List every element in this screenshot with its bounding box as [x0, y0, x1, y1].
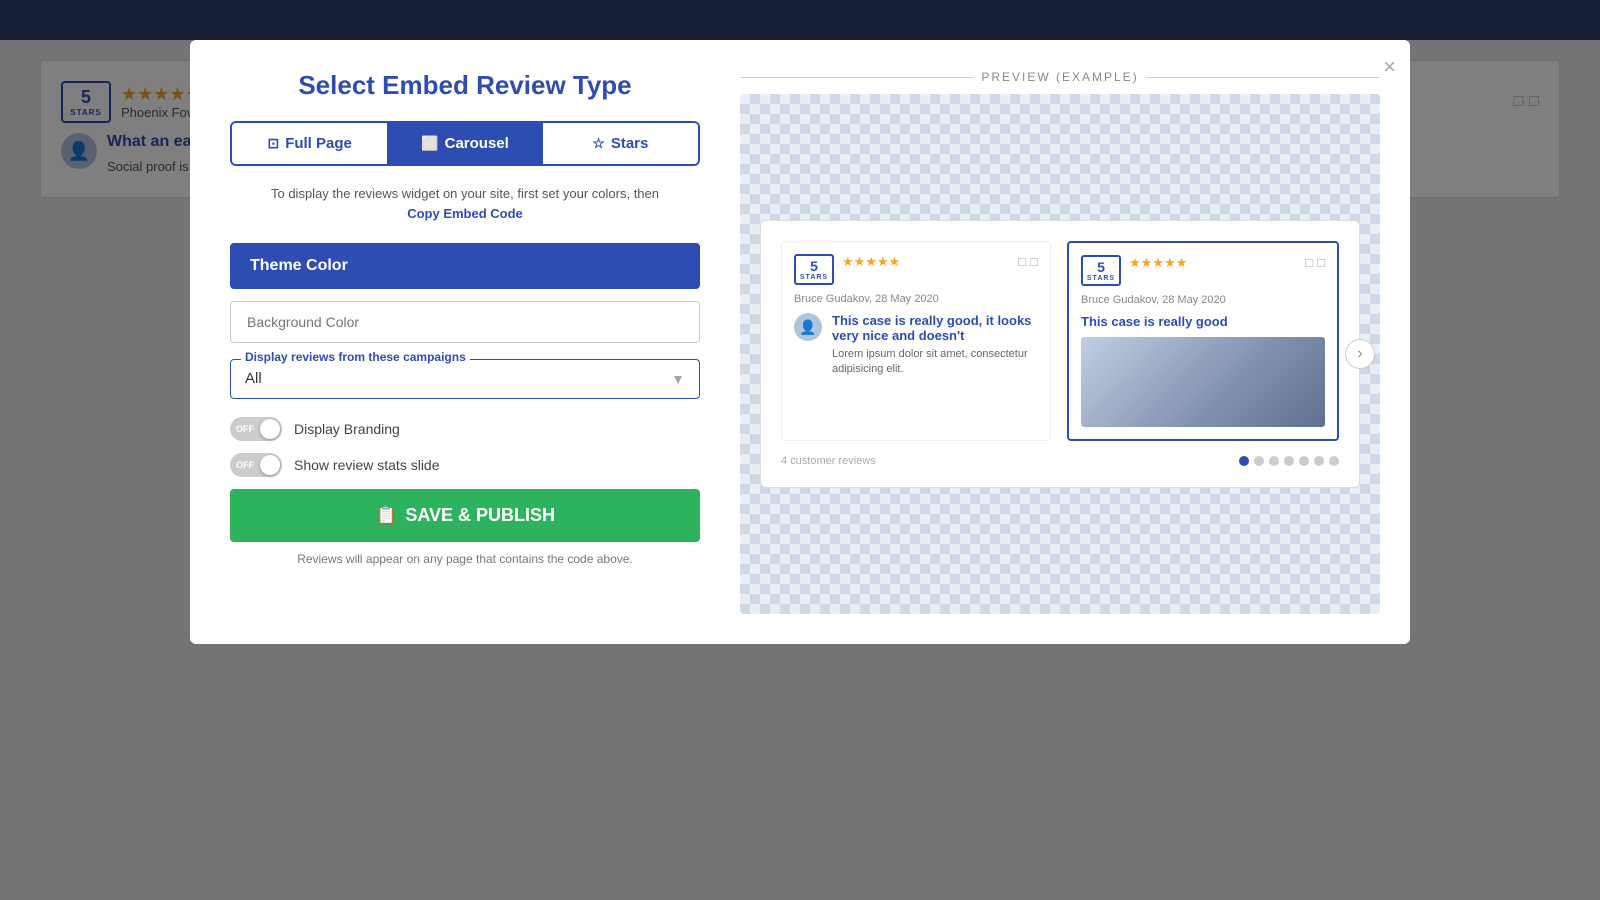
tab-stars[interactable]: ☆ Stars — [543, 123, 698, 164]
toggle-knob — [260, 419, 280, 439]
carousel-icon: ⬜ — [421, 135, 438, 152]
card1-stars-row: ★★★★★ — [842, 254, 1018, 270]
campaign-field-label: Display reviews from these campaigns — [241, 350, 470, 364]
tab-stars-label: Stars — [611, 135, 649, 152]
toggle-off-label-2: OFF — [230, 460, 256, 470]
close-button[interactable]: × — [1383, 54, 1396, 80]
tab-carousel-label: Carousel — [445, 135, 509, 152]
card1-fb-icon: □ — [1018, 254, 1026, 269]
card1-stars-num: 5 — [810, 258, 818, 274]
card1-title: This case is really good, it looks very … — [832, 313, 1038, 343]
display-branding-row: OFF Display Branding — [230, 417, 700, 441]
card1-avatar: 👤 — [794, 313, 822, 341]
tab-carousel[interactable]: ⬜ Carousel — [387, 123, 542, 164]
theme-color-button[interactable]: Theme Color — [230, 243, 700, 289]
card2-title: This case is really good — [1081, 314, 1325, 329]
card1-body: 👤 This case is really good, it looks ver… — [794, 313, 1038, 378]
carousel-widget: 5 STARS ★★★★★ □ □ Bruce Gudakov, 28 May … — [760, 220, 1360, 488]
show-review-stats-row: OFF Show review stats slide — [230, 453, 700, 477]
preview-label: PREVIEW (EXAMPLE) — [740, 70, 1380, 84]
embed-type-tabs: ⊡ Full Page ⬜ Carousel ☆ Stars — [230, 121, 700, 166]
tab-full-page-label: Full Page — [285, 135, 352, 152]
carousel-cards: 5 STARS ★★★★★ □ □ Bruce Gudakov, 28 May … — [781, 241, 1339, 441]
dot-1[interactable] — [1239, 456, 1249, 466]
show-review-stats-toggle[interactable]: OFF — [230, 453, 282, 477]
save-icon: 📋 — [375, 505, 397, 526]
card2-stars-row: ★★★★★ — [1129, 255, 1305, 271]
dot-2[interactable] — [1254, 456, 1264, 466]
card1-share-icon: □ — [1030, 254, 1038, 269]
tab-full-page[interactable]: ⊡ Full Page — [232, 123, 387, 164]
preview-area: 5 STARS ★★★★★ □ □ Bruce Gudakov, 28 May … — [740, 94, 1380, 614]
card1-social-icons: □ □ — [1018, 254, 1038, 269]
card1-stars-label: STARS — [800, 274, 828, 281]
card2-stars-num: 5 — [1097, 259, 1105, 275]
card2-image-bg — [1081, 337, 1325, 427]
carousel-card-1: 5 STARS ★★★★★ □ □ Bruce Gudakov, 28 May … — [781, 241, 1051, 441]
card2-share-icon: □ — [1317, 255, 1325, 270]
save-publish-button[interactable]: 📋 SAVE & PUBLISH — [230, 489, 700, 542]
campaign-group: Display reviews from these campaigns All… — [230, 359, 700, 399]
card1-text: Lorem ipsum dolor sit amet, consectetur … — [832, 347, 1038, 378]
carousel-next-arrow[interactable]: › — [1345, 339, 1375, 369]
modal: × Select Embed Review Type ⊡ Full Page ⬜… — [190, 40, 1410, 644]
toggle-knob-2 — [260, 455, 280, 475]
dot-5[interactable] — [1299, 456, 1309, 466]
dot-4[interactable] — [1284, 456, 1294, 466]
display-branding-toggle[interactable]: OFF — [230, 417, 282, 441]
display-branding-label: Display Branding — [294, 421, 400, 437]
toggle-off-label: OFF — [230, 424, 256, 434]
campaign-select[interactable]: All — [245, 370, 685, 387]
stars-icon: ☆ — [592, 135, 605, 152]
full-page-icon: ⊡ — [267, 135, 279, 152]
card2-stars-badge: 5 STARS — [1081, 255, 1121, 286]
left-panel: Select Embed Review Type ⊡ Full Page ⬜ C… — [230, 70, 700, 614]
dot-3[interactable] — [1269, 456, 1279, 466]
card1-stars-badge: 5 STARS — [794, 254, 834, 285]
dot-6[interactable] — [1314, 456, 1324, 466]
carousel-card-2: 5 STARS ★★★★★ □ □ Bruce Gudakov, 28 May … — [1067, 241, 1339, 441]
carousel-footer: 4 customer reviews — [781, 455, 1339, 467]
modal-title: Select Embed Review Type — [230, 70, 700, 101]
dot-7[interactable] — [1329, 456, 1339, 466]
background-color-input[interactable] — [230, 301, 700, 343]
description-text: To display the reviews widget on your si… — [230, 184, 700, 223]
card2-fb-icon: □ — [1305, 255, 1313, 270]
card2-social-icons: □ □ — [1305, 255, 1325, 270]
save-label: SAVE & PUBLISH — [405, 505, 555, 526]
right-panel: PREVIEW (EXAMPLE) 5 STARS ★★★★★ — [740, 70, 1380, 614]
carousel-dots — [1239, 456, 1339, 466]
save-note: Reviews will appear on any page that con… — [230, 552, 700, 566]
copy-embed-link[interactable]: Copy Embed Code — [407, 206, 523, 221]
card2-image — [1081, 337, 1325, 427]
card1-reviewer: Bruce Gudakov, 28 May 2020 — [794, 293, 1038, 305]
card2-stars-label: STARS — [1087, 275, 1115, 282]
card2-reviewer: Bruce Gudakov, 28 May 2020 — [1081, 294, 1325, 306]
carousel-count: 4 customer reviews — [781, 455, 876, 467]
show-review-stats-label: Show review stats slide — [294, 457, 440, 473]
